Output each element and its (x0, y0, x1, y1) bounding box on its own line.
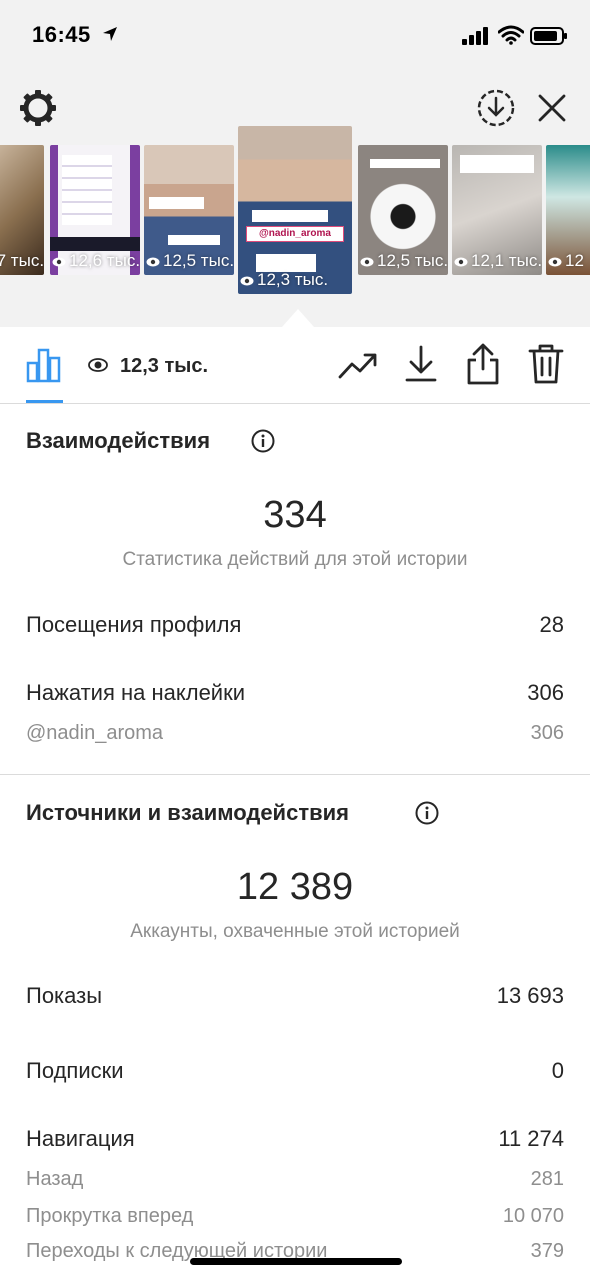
impressions-value: 13 693 (496, 983, 564, 1008)
story-views: 12 (548, 251, 584, 271)
discovery-total: 12 389 (236, 866, 354, 908)
story-preview-banner (50, 237, 140, 251)
status-time: 16:45 (32, 22, 91, 47)
sticker-name: @nadin_aroma (26, 722, 164, 744)
eye-icon (88, 358, 108, 372)
location-arrow-icon (103, 27, 117, 41)
trending-icon[interactable] (338, 349, 378, 381)
story-views: 12,5 тыс. (360, 251, 448, 271)
interactions-total: 334 (263, 494, 327, 536)
story-preview-label (149, 197, 204, 209)
discovery-subtitle: Аккаунты, охваченные этой историей (130, 921, 460, 942)
battery-icon (530, 27, 567, 45)
eye-icon (548, 257, 562, 267)
follows-value: 0 (551, 1058, 564, 1083)
story-thumb[interactable]: 12,7 тыс. (0, 145, 44, 275)
next-story-value: 379 (530, 1240, 564, 1262)
section-divider (0, 774, 590, 775)
story-thumb[interactable]: 12 (546, 145, 590, 275)
story-thumb-selected[interactable]: @nadin_aroma 12,3 тыс. (238, 126, 352, 294)
story-sticker: @nadin_aroma (246, 226, 344, 242)
eye-icon (454, 257, 468, 267)
download-icon[interactable] (404, 345, 438, 383)
story-views: 12,5 тыс. (146, 251, 234, 271)
bar-chart-icon[interactable] (26, 347, 62, 383)
home-indicator[interactable] (190, 1258, 402, 1265)
story-thumb[interactable]: 12,1 тыс. (452, 145, 542, 275)
status-bar: 16:45 (0, 0, 590, 72)
story-preview (62, 155, 112, 225)
views-count: 12,3 тыс. (120, 355, 209, 377)
story-views: 12,7 тыс. (0, 251, 44, 270)
discovery-title: Источники и взаимодействия (26, 800, 349, 825)
info-icon[interactable] (415, 801, 439, 825)
navigation-value: 11 274 (498, 1126, 564, 1151)
forward-label: Прокрутка вперед (26, 1205, 194, 1227)
story-preview-label (460, 155, 534, 173)
trash-icon[interactable] (528, 343, 564, 385)
story-thumb[interactable]: 12,5 тыс. (358, 145, 448, 275)
eye-icon (240, 276, 254, 286)
forward-value: 10 070 (502, 1205, 564, 1227)
profile-visits-label: Посещения профиля (26, 612, 242, 637)
story-preview-label (168, 235, 220, 245)
sticker-taps-label: Нажатия на наклейки (26, 680, 246, 705)
active-tab-indicator (26, 400, 63, 403)
eye-icon (360, 257, 374, 267)
back-value: 281 (530, 1168, 564, 1190)
story-views: 12,1 тыс. (454, 251, 542, 271)
share-icon[interactable] (466, 343, 500, 385)
info-icon[interactable] (251, 429, 275, 453)
story-thumb[interactable]: 12,5 тыс. (144, 145, 234, 275)
profile-visits-value: 28 (539, 612, 564, 637)
impressions-label: Показы (26, 983, 103, 1008)
story-views: 12,3 тыс. (240, 270, 328, 290)
sticker-taps-value: 306 (527, 680, 564, 705)
wifi-icon (498, 25, 524, 45)
navigation-label: Навигация (26, 1126, 135, 1151)
story-views: 12,6 тыс. (52, 251, 140, 271)
selected-story-pointer (282, 309, 314, 327)
story-preview-label (252, 210, 328, 222)
signal-icon (462, 27, 488, 45)
interactions-title: Взаимодействия (26, 428, 211, 453)
follows-label: Подписки (26, 1058, 124, 1083)
eye-icon (52, 257, 66, 267)
eye-icon (146, 257, 160, 267)
story-carousel[interactable]: 12,7 тыс. 12,6 тыс. 12,5 тыс. @nadin_aro… (0, 120, 590, 310)
back-label: Назад (26, 1168, 84, 1190)
insights-toolbar: 12,3 тыс. (0, 327, 590, 404)
story-preview-label (370, 159, 440, 168)
sticker-value: 306 (530, 722, 564, 744)
interactions-subtitle: Статистика действий для этой истории (122, 549, 468, 570)
story-thumb[interactable]: 12,6 тыс. (50, 145, 140, 275)
